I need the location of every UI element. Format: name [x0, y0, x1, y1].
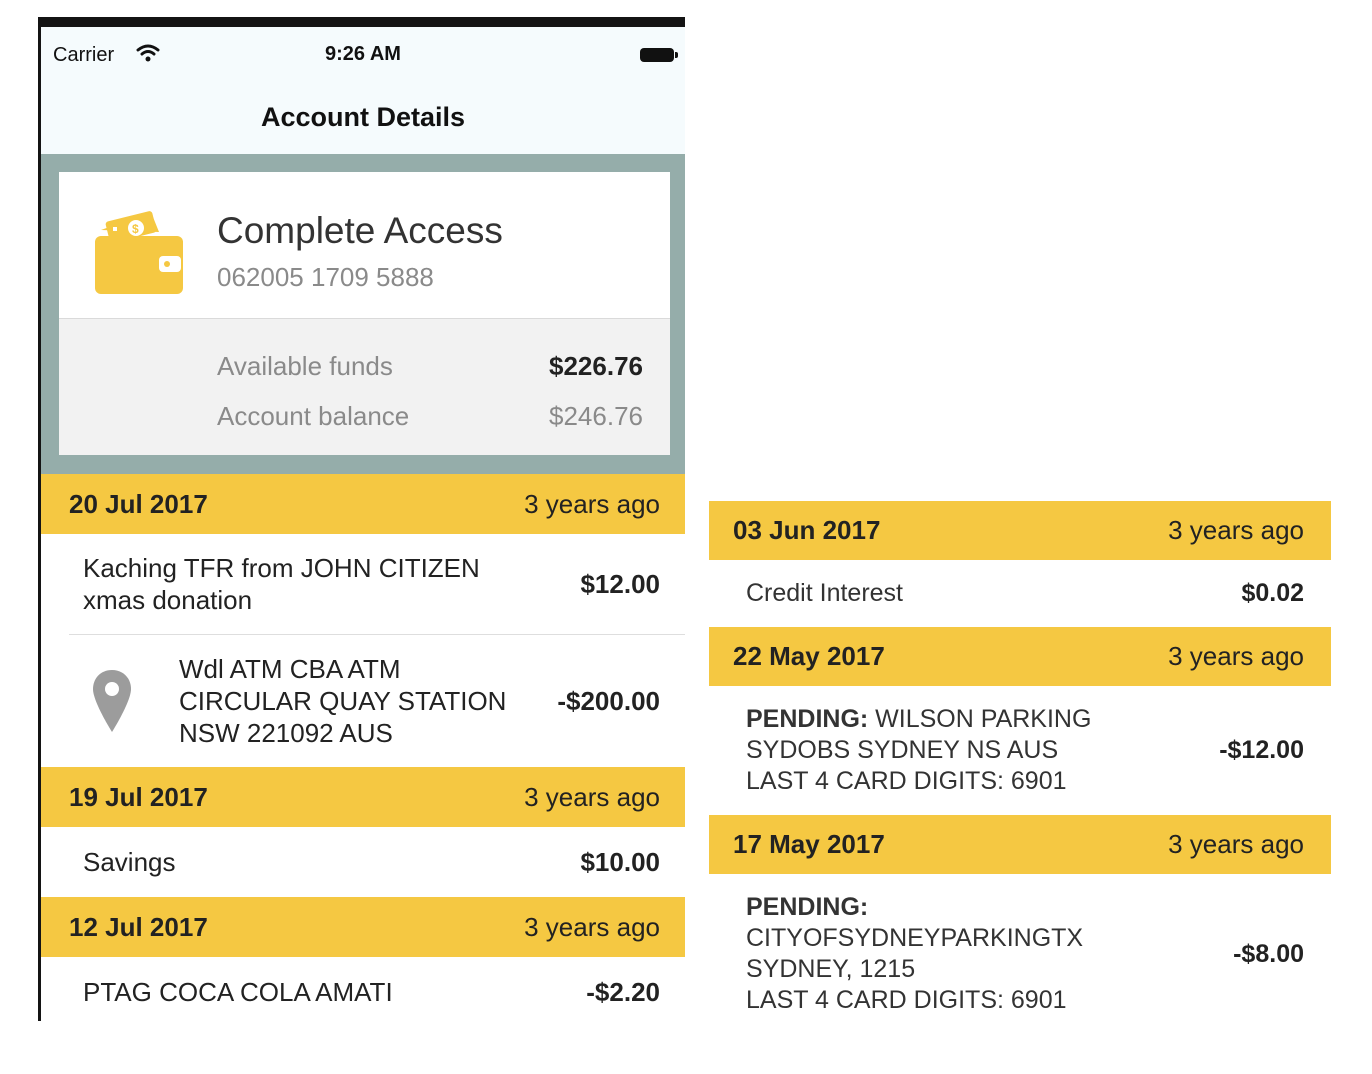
nav-title: Account Details [41, 81, 685, 154]
transaction-row[interactable]: Savings $10.00 [41, 827, 685, 897]
transaction-row[interactable]: PTAG COCA COLA AMATI -$2.20 [41, 957, 685, 1021]
transaction-amount: -$2.20 [586, 976, 660, 1007]
date-header: 19 Jul 2017 3 years ago [41, 767, 685, 827]
transaction-row[interactable]: Credit Interest $0.02 [709, 560, 1331, 627]
battery-icon [640, 48, 678, 62]
transaction-row[interactable]: PENDING: WILSON PARKING SYDOBS SYDNEY NS… [709, 686, 1331, 815]
phone-screen: Carrier 9:26 AM Account Details $ Comple… [38, 17, 685, 1021]
transaction-row[interactable]: Kaching TFR from JOHN CITIZEN xmas donat… [41, 534, 685, 634]
transaction-amount: -$200.00 [557, 685, 660, 716]
available-funds-label: Available funds [217, 351, 393, 381]
transaction-amount: $0.02 [1241, 579, 1304, 607]
transaction-amount: $10.00 [580, 846, 660, 877]
transaction-amount: -$12.00 [1219, 736, 1304, 764]
available-funds-value: $226.76 [549, 351, 643, 381]
date-header: 12 Jul 2017 3 years ago [41, 897, 685, 957]
transaction-list-continued[interactable]: 03 Jun 2017 3 years ago Credit Interest … [709, 501, 1331, 1034]
transaction-row[interactable]: PENDING: CITYOFSYDNEYPARKINGTX SYDNEY, 1… [709, 874, 1331, 1034]
transaction-list[interactable]: 20 Jul 2017 3 years ago Kaching TFR from… [41, 474, 685, 1021]
account-card[interactable]: $ Complete Access 062005 1709 5888 Avail… [59, 172, 670, 455]
account-balance-label: Account balance [217, 401, 410, 431]
date-header: 03 Jun 2017 3 years ago [709, 501, 1331, 560]
date-header: 22 May 2017 3 years ago [709, 627, 1331, 686]
transaction-amount: -$8.00 [1233, 939, 1304, 968]
account-number: 062005 1709 5888 [217, 262, 434, 292]
svg-text:$: $ [132, 222, 139, 236]
account-summary: $ Complete Access 062005 1709 5888 [59, 172, 670, 319]
account-hero: $ Complete Access 062005 1709 5888 Avail… [41, 154, 685, 474]
account-balance-value: $246.76 [549, 401, 643, 431]
status-bar: Carrier 9:26 AM [41, 27, 685, 81]
transaction-row[interactable]: Wdl ATM CBA ATM CIRCULAR QUAY STATION NS… [41, 635, 685, 767]
wallet-icon: $ [95, 211, 183, 294]
account-balances: Available funds $226.76 Account balance … [59, 319, 670, 455]
date-header: 17 May 2017 3 years ago [709, 815, 1331, 874]
transaction-amount: $12.00 [580, 568, 660, 599]
date-header: 20 Jul 2017 3 years ago [41, 474, 685, 534]
location-pin-icon [93, 670, 131, 732]
account-name: Complete Access [217, 210, 503, 251]
status-time: 9:26 AM [325, 43, 401, 65]
